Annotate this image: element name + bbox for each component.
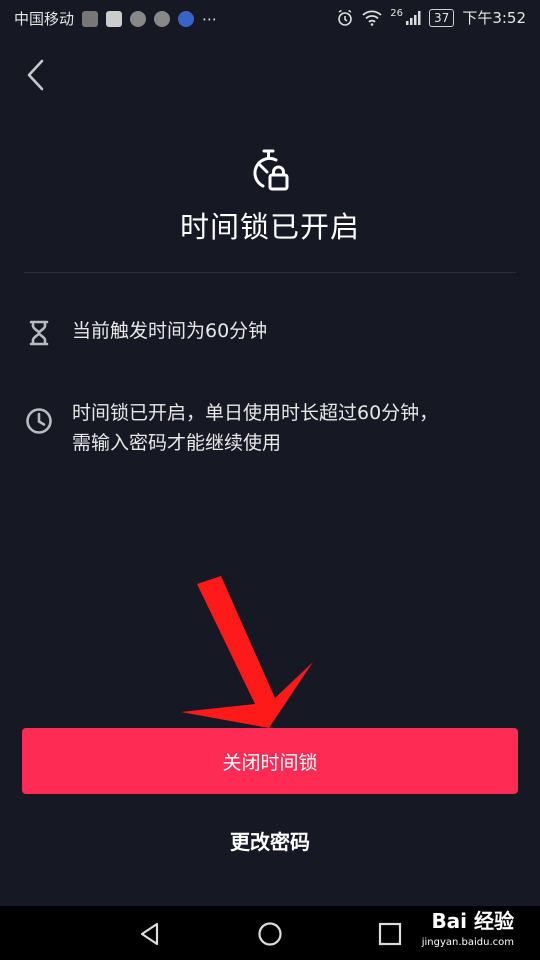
nav-recents-icon[interactable] — [376, 920, 404, 948]
divider — [24, 272, 516, 273]
alarm-icon — [338, 9, 353, 26]
notification-app-icon — [130, 10, 147, 27]
notification-app-icon — [106, 10, 123, 27]
back-arrow-icon[interactable] — [22, 56, 50, 94]
clock-icon — [26, 408, 52, 434]
lock-description-line2: 需输入密码才能继续使用 — [72, 432, 282, 454]
nav-home-icon[interactable] — [256, 920, 284, 948]
status-bar: 中国移动 ⋯ 26 37 下午3:52 — [0, 0, 540, 36]
watermark: Bai 经验 jingyan.baidu.com — [422, 910, 514, 954]
network-type-label: 26 — [390, 8, 404, 19]
status-left: 中国移动 ⋯ — [14, 8, 217, 29]
carrier-label: 中国移动 — [14, 10, 75, 28]
watermark-brand: Bai 经验 — [431, 909, 514, 933]
hourglass-icon — [29, 320, 49, 346]
notification-app-icon — [154, 10, 171, 27]
signal-icon — [406, 10, 421, 25]
wifi-icon — [362, 10, 382, 26]
annotation-arrow-icon — [181, 576, 313, 728]
nav-back-icon[interactable] — [136, 920, 164, 948]
timer-lock-icon — [253, 149, 289, 191]
more-notifications-icon: ⋯ — [202, 9, 218, 28]
disable-time-lock-button[interactable]: 关闭时间锁 — [22, 728, 518, 794]
lock-description-line1: 时间锁已开启，单日使用时长超过60分钟， — [72, 402, 439, 424]
status-time: 下午3:52 — [462, 9, 526, 27]
notification-app-icon — [178, 10, 195, 27]
navigation-bar: Bai 经验 jingyan.baidu.com — [0, 906, 540, 960]
status-right: 26 37 下午3:52 — [336, 7, 526, 28]
battery-indicator: 37 — [429, 8, 455, 27]
page-title: 时间锁已开启 — [179, 210, 360, 244]
change-password-button[interactable]: 更改密码 — [0, 826, 540, 855]
trigger-time-text: 当前触发时间为60分钟 — [72, 320, 268, 342]
watermark-url: jingyan.baidu.com — [421, 937, 514, 948]
lock-description-text: 时间锁已开启，单日使用时长超过60分钟， 需输入密码才能继续使用 — [72, 398, 438, 458]
notification-app-icon — [82, 10, 99, 27]
